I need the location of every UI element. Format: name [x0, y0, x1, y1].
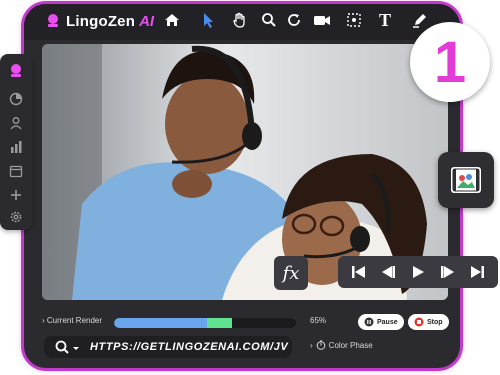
hand-icon[interactable]: [228, 8, 252, 32]
refresh-icon[interactable]: [282, 8, 306, 32]
camera-icon[interactable]: [310, 8, 334, 32]
stop-label: Stop: [427, 318, 443, 326]
step-number: 1: [433, 29, 467, 95]
cursor-icon[interactable]: [197, 8, 221, 32]
crop-icon[interactable]: [342, 8, 366, 32]
chevron-right-icon: ›: [310, 340, 313, 350]
play-icon[interactable]: [408, 262, 428, 282]
step-number-badge: 1: [410, 22, 490, 102]
render-label-text: Current Render: [46, 316, 103, 325]
color-phase-label: Color Phase: [328, 340, 373, 350]
playback-controls: [338, 256, 498, 288]
chevron-right-icon[interactable]: ›: [42, 316, 45, 325]
effects-label: fx: [282, 262, 300, 284]
chart-pie-icon[interactable]: [9, 92, 23, 106]
brand-suffix: AI: [139, 12, 155, 30]
brand-name: LingoZen: [66, 12, 136, 30]
url-text: HTTPS://GETLINGOZENAI.COM/JV: [90, 341, 289, 353]
pause-icon: [364, 317, 374, 327]
step-forward-icon[interactable]: [438, 262, 458, 282]
render-percent: 65%: [310, 316, 327, 325]
effects-button[interactable]: fx: [274, 256, 308, 290]
render-progress-highlight: [207, 318, 232, 328]
settings-icon[interactable]: [9, 210, 23, 224]
zoom-icon[interactable]: [257, 8, 281, 32]
brand-logo: LingoZen AI: [44, 10, 154, 32]
render-progress-fill: [114, 318, 207, 328]
film-image-icon: [451, 167, 481, 193]
calendar-icon[interactable]: [9, 164, 23, 178]
stop-icon: [414, 317, 424, 327]
skip-to-start-icon[interactable]: [349, 262, 369, 282]
media-library-button[interactable]: [438, 152, 494, 208]
search-icon[interactable]: [54, 339, 82, 355]
svg-text:T: T: [379, 10, 391, 30]
bar-chart-icon[interactable]: [9, 140, 23, 154]
render-progress-bar: [114, 318, 296, 328]
color-phase-control[interactable]: › Color Phase: [310, 340, 373, 350]
url-bar[interactable]: HTTPS://GETLINGOZENAI.COM/JV: [44, 336, 292, 358]
skip-to-end-icon[interactable]: [467, 262, 487, 282]
render-label: › Current Render: [42, 316, 102, 325]
pause-button[interactable]: Pause: [358, 314, 404, 330]
text-icon[interactable]: T: [373, 8, 397, 32]
user-icon[interactable]: [9, 116, 23, 130]
timer-icon: [316, 340, 325, 350]
plus-icon[interactable]: [9, 188, 23, 202]
left-sidebar: [0, 54, 32, 230]
logo-mini-icon[interactable]: [7, 62, 25, 80]
pause-label: Pause: [377, 318, 398, 326]
stop-button[interactable]: Stop: [408, 314, 449, 330]
step-back-icon[interactable]: [378, 262, 398, 282]
brand-icon: [48, 14, 58, 27]
home-icon[interactable]: [160, 8, 184, 32]
render-status-row: › Current Render 65% Pause Stop: [42, 314, 452, 332]
